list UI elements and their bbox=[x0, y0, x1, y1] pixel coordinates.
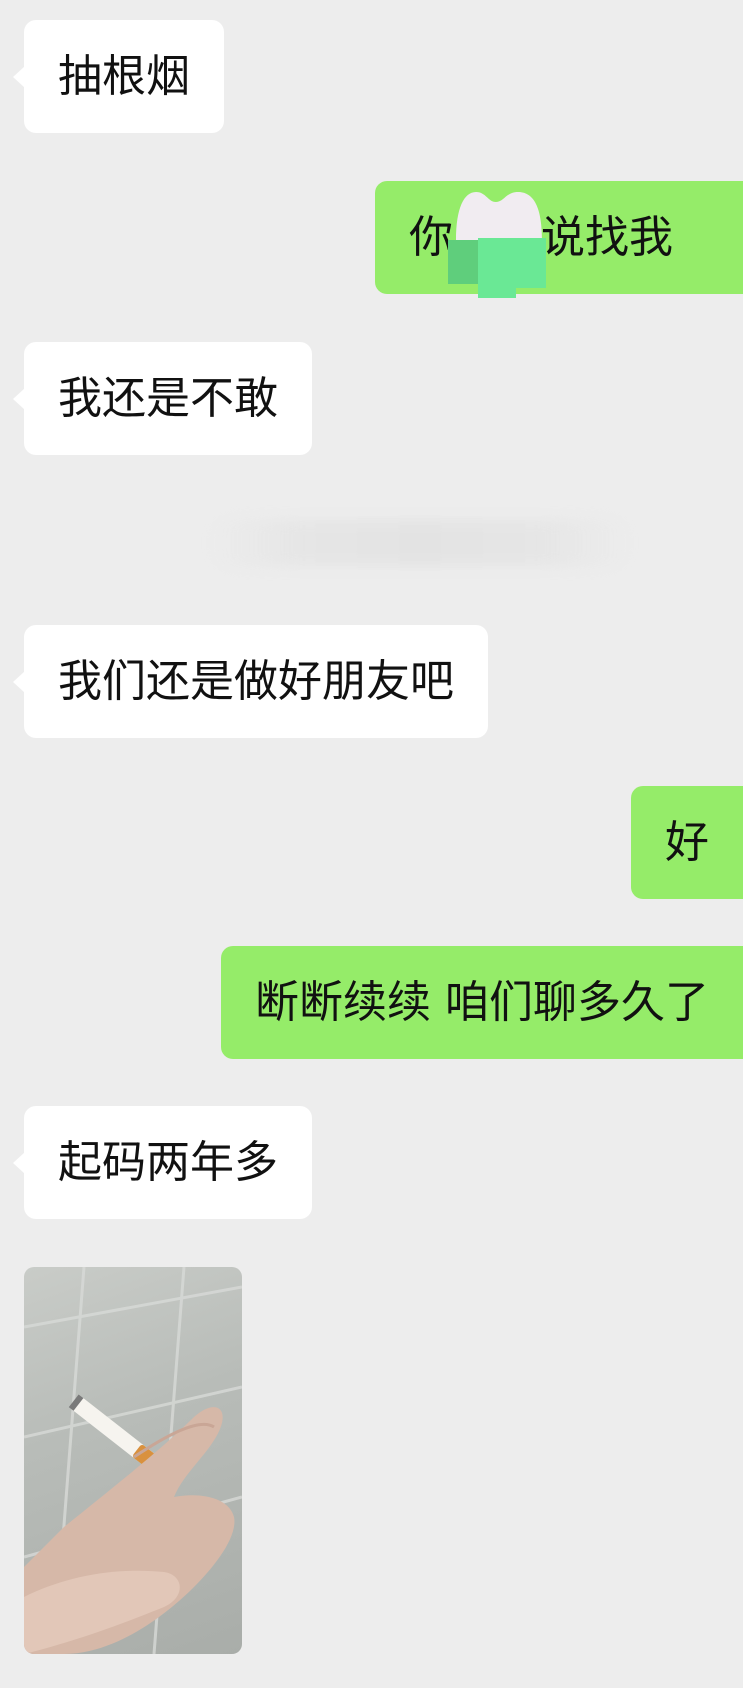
message-bubble-incoming[interactable]: 起码两年多 bbox=[13, 1106, 312, 1219]
message-text: 起码两年多 bbox=[58, 1137, 278, 1188]
message-text-continued: 说找我 bbox=[541, 212, 673, 263]
message-bubble-incoming[interactable]: 我们还是做好朋友吧 bbox=[13, 625, 488, 738]
message-bubble-incoming[interactable]: 我还是不敢 bbox=[13, 342, 312, 455]
chat-window: 抽根烟 你说找我 我还是不敢 我们还是做好朋友吧 好 断断续续 咱们聊多久了 起… bbox=[0, 0, 743, 1688]
redaction-sticker-icon bbox=[448, 192, 546, 298]
message-text: 我们还是做好朋友吧 bbox=[58, 656, 454, 707]
photo-message[interactable] bbox=[24, 1267, 242, 1654]
message-text: 抽根烟 bbox=[58, 51, 190, 102]
message-bubble-outgoing[interactable]: 你说找我 bbox=[375, 181, 743, 294]
message-bubble-incoming[interactable]: 抽根烟 bbox=[13, 20, 224, 133]
blurred-system-message bbox=[210, 520, 630, 566]
cigarette-photo-icon bbox=[24, 1267, 242, 1654]
message-bubble-outgoing[interactable]: 断断续续 咱们聊多久了 bbox=[221, 946, 743, 1059]
message-bubble-outgoing[interactable]: 好 bbox=[631, 786, 743, 899]
message-text: 断断续续 咱们聊多久了 bbox=[255, 977, 709, 1028]
message-text: 好 bbox=[665, 817, 709, 868]
message-text: 我还是不敢 bbox=[58, 373, 278, 424]
